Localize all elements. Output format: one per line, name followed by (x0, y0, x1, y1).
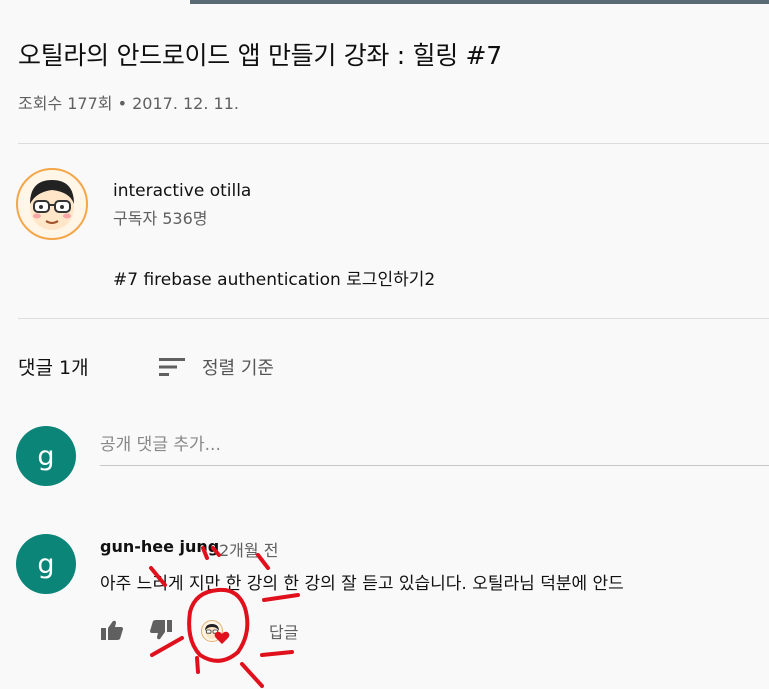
avatar-letter: g (37, 548, 55, 580)
sort-icon (159, 358, 185, 376)
creator-heart-icon (214, 630, 230, 649)
comment-time[interactable]: 2개월 전 (219, 537, 278, 561)
subscriber-count: 구독자 536명 (113, 209, 208, 228)
like-button[interactable] (99, 618, 125, 642)
avatar-letter: g (37, 440, 55, 472)
thumbs-down-icon (150, 620, 172, 640)
annotation-ray (260, 650, 294, 657)
cartoon-face-avatar-icon (30, 180, 74, 230)
comment-count: 댓글 1개 (18, 357, 89, 379)
annotation-ray (262, 593, 300, 602)
annotation-ray (240, 662, 264, 688)
divider (18, 318, 769, 319)
add-comment-input[interactable] (100, 425, 769, 466)
thumbs-up-icon (101, 620, 123, 640)
annotation-ray (195, 656, 200, 674)
channel-name[interactable]: interactive otilla (113, 181, 251, 201)
sort-button[interactable]: 정렬 기준 (158, 352, 274, 382)
video-title: 오틸라의 안드로이드 앱 만들기 강좌 : 힐링 #7 (18, 41, 502, 70)
comment-text: 아주 느리게 지만 한 강의 한 강의 잘 듣고 있습니다. 오틸라님 덕분에 … (100, 574, 624, 594)
channel-avatar[interactable] (16, 168, 88, 240)
user-avatar[interactable]: g (16, 426, 76, 486)
top-bar (190, 0, 769, 4)
comment-author[interactable]: gun-hee jung (100, 537, 219, 556)
sort-label: 정렬 기준 (202, 358, 274, 379)
divider (18, 143, 769, 144)
dislike-button[interactable] (148, 618, 174, 642)
video-description: #7 firebase authentication 로그인하기2 (113, 270, 436, 290)
reply-button[interactable]: 답글 (269, 619, 298, 643)
video-meta: 조회수 177회 • 2017. 12. 11. (18, 94, 239, 113)
commenter-avatar[interactable]: g (16, 534, 76, 594)
